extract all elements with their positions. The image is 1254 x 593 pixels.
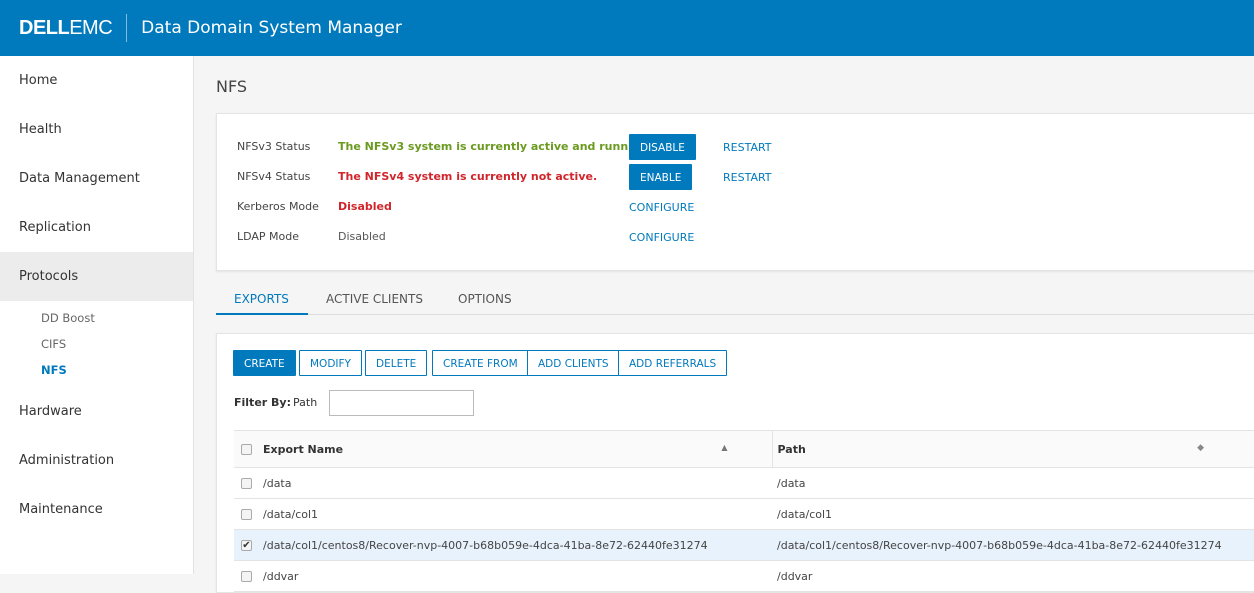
nfs-status-card: NFSv3 Status The NFSv3 system is current… (216, 113, 1254, 271)
exports-table: Export Name ▲ Path ◆ /data /data /data/col… (234, 430, 1254, 592)
select-all-checkbox[interactable] (241, 444, 252, 455)
sidebar: Home Health Data Management Replication … (0, 56, 194, 574)
page-title: NFS (216, 77, 248, 96)
tab-active-clients[interactable]: ACTIVE CLIENTS (326, 292, 423, 315)
app-header: DELLEMC Data Domain System Manager (0, 0, 1254, 56)
sidebar-subitem-cifs[interactable]: CIFS (0, 331, 193, 357)
tab-exports[interactable]: EXPORTS (216, 292, 308, 315)
table-row-selected[interactable]: ✔ /data/col1/centos8/Recover-nvp-4007-b6… (234, 529, 1254, 561)
table-row[interactable]: /data/col1 /data/col1 (234, 498, 1254, 530)
sort-asc-icon[interactable]: ▲ (721, 443, 727, 452)
main-content: NFS NFSv3 Status The NFSv3 system is cur… (195, 56, 1254, 593)
nfs-tabs: EXPORTS ACTIVE CLIENTS OPTIONS (216, 292, 1254, 315)
nfsv4-restart-link[interactable]: RESTART (723, 171, 772, 184)
filter-by-label: Filter By: (234, 396, 291, 409)
header-divider (126, 14, 128, 42)
nfsv3-restart-link[interactable]: RESTART (723, 141, 772, 154)
kerberos-mode-value: Disabled (338, 200, 392, 213)
sort-icon[interactable]: ◆ (1197, 443, 1204, 453)
dellemc-logo[interactable]: DELLEMC (19, 17, 113, 40)
sidebar-item-data-management[interactable]: Data Management (0, 154, 193, 203)
create-from-button[interactable]: CREATE FROM (432, 350, 529, 376)
row-checkbox[interactable] (241, 478, 252, 489)
column-export-name[interactable]: Export Name ▲ (260, 430, 773, 468)
add-referrals-button[interactable]: ADD REFERRALS (618, 350, 728, 376)
app-title: Data Domain System Manager (141, 18, 402, 38)
sidebar-subitem-dd-boost[interactable]: DD Boost (0, 305, 193, 331)
sidebar-item-protocols[interactable]: Protocols (0, 252, 193, 301)
table-row[interactable]: /ddvar /ddvar (234, 560, 1254, 592)
filter-path-input[interactable] (329, 390, 474, 416)
sidebar-item-home[interactable]: Home (0, 56, 193, 105)
kerberos-configure-link[interactable]: CONFIGURE (629, 201, 694, 214)
row-checkbox[interactable] (241, 571, 252, 582)
nfsv4-status-value: The NFSv4 system is currently not active… (338, 170, 598, 183)
create-button[interactable]: CREATE (233, 350, 296, 376)
table-row[interactable]: /data /data (234, 467, 1254, 499)
row-checkbox[interactable] (241, 509, 252, 520)
sidebar-item-administration[interactable]: Administration (0, 436, 193, 485)
sidebar-item-health[interactable]: Health (0, 105, 193, 154)
exports-card: CREATE MODIFY DELETE CREATE FROM ADD CLI… (216, 333, 1254, 593)
add-clients-button[interactable]: ADD CLIENTS (527, 350, 620, 376)
column-path[interactable]: Path ◆ (772, 430, 1254, 468)
delete-button[interactable]: DELETE (365, 350, 428, 376)
sidebar-item-maintenance[interactable]: Maintenance (0, 485, 193, 534)
row-checkbox-checked[interactable]: ✔ (241, 540, 252, 551)
tab-options[interactable]: OPTIONS (458, 292, 512, 315)
sidebar-subitem-nfs[interactable]: NFS (0, 357, 193, 383)
sidebar-item-replication[interactable]: Replication (0, 203, 193, 252)
nfsv3-status-value: The NFSv3 system is currently active and… (338, 140, 652, 153)
modify-button[interactable]: MODIFY (299, 350, 362, 376)
ldap-mode-value: Disabled (338, 230, 386, 243)
nfsv4-enable-button[interactable]: ENABLE (629, 164, 693, 190)
sidebar-item-hardware[interactable]: Hardware (0, 387, 193, 436)
nfsv3-disable-button[interactable]: DISABLE (629, 134, 696, 160)
filter-path-label: Path (293, 396, 318, 409)
ldap-configure-link[interactable]: CONFIGURE (629, 231, 694, 244)
table-header: Export Name ▲ Path ◆ (234, 430, 1254, 468)
